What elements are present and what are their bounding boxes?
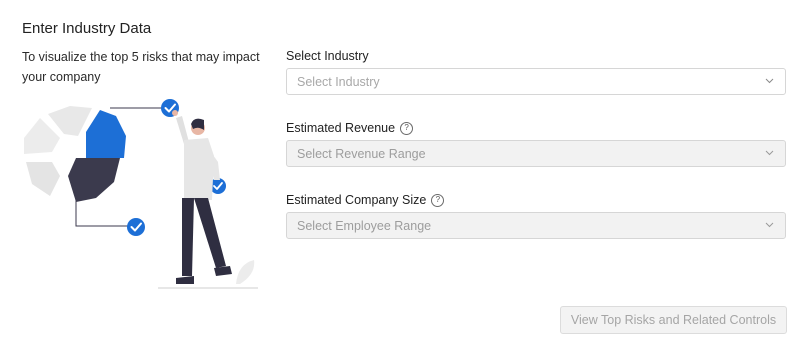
- chevron-down-icon: [765, 220, 774, 229]
- question-circle-icon[interactable]: ?: [400, 121, 414, 135]
- check-badge-bottom-icon: [127, 218, 145, 236]
- donut-segment-bottom: [68, 158, 120, 202]
- revenue-label: Estimated Revenue ?: [286, 121, 414, 135]
- revenue-select[interactable]: Select Revenue Range: [286, 140, 786, 167]
- view-top-risks-button[interactable]: View Top Risks and Related Controls: [560, 306, 787, 334]
- donut-segment-lower-left: [26, 162, 60, 196]
- company-size-label-text: Estimated Company Size: [286, 193, 427, 207]
- industry-label: Select Industry: [286, 49, 369, 63]
- intro-text: To visualize the top 5 risks that may im…: [22, 50, 260, 84]
- chevron-down-icon: [765, 76, 774, 85]
- company-size-select[interactable]: Select Employee Range: [286, 212, 786, 239]
- company-size-label: Estimated Company Size ?: [286, 193, 445, 207]
- donut-chart-graphic: [24, 106, 126, 202]
- revenue-select-placeholder: Select Revenue Range: [297, 146, 426, 161]
- donut-segment-accent: [86, 110, 126, 158]
- industry-label-text: Select Industry: [286, 49, 369, 63]
- donut-segment-upper-left: [24, 118, 60, 154]
- chevron-down-icon: [765, 148, 774, 157]
- person-figure: [172, 110, 232, 284]
- industry-select[interactable]: Select Industry: [286, 68, 786, 95]
- risk-illustration: [24, 99, 258, 289]
- question-circle-icon[interactable]: ?: [431, 193, 445, 207]
- connector-line-bottom: [75, 196, 128, 227]
- donut-segment-top: [48, 106, 92, 136]
- page-title: Enter Industry Data: [22, 20, 152, 37]
- industry-select-placeholder: Select Industry: [297, 74, 380, 89]
- plant-icon: [236, 260, 255, 284]
- revenue-label-text: Estimated Revenue: [286, 121, 396, 135]
- company-size-select-placeholder: Select Employee Range: [297, 218, 432, 233]
